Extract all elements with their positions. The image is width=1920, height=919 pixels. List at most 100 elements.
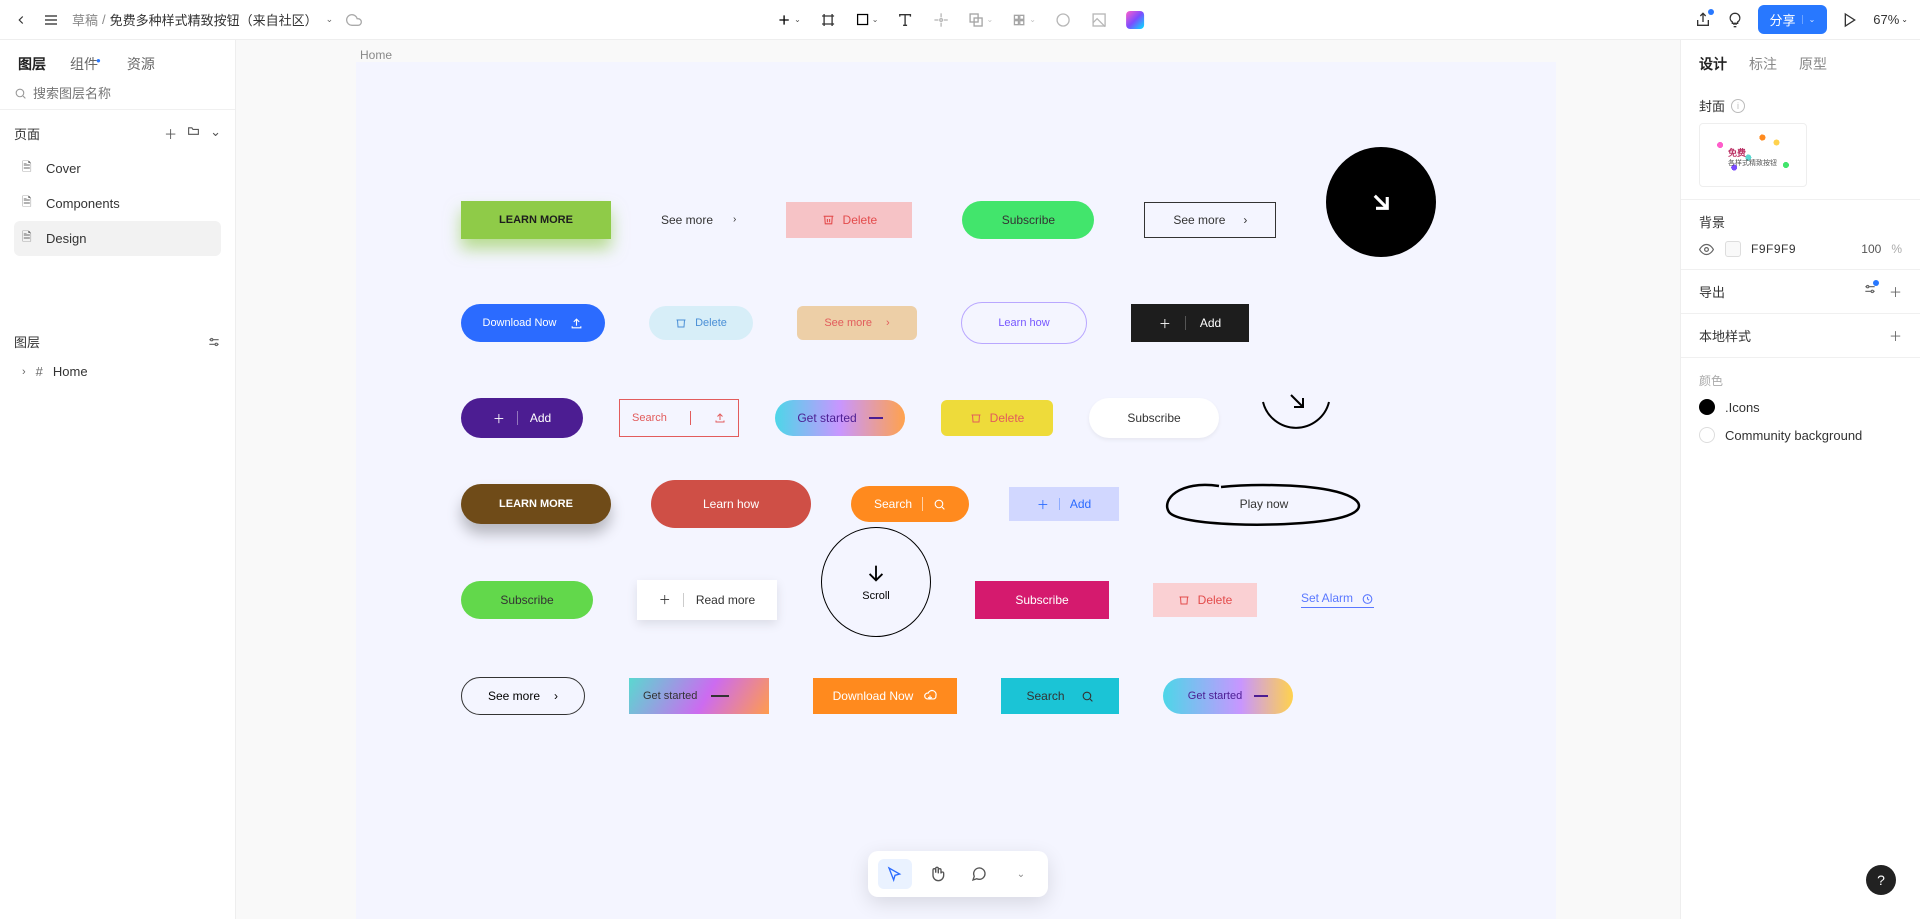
- layer-search[interactable]: [0, 84, 235, 110]
- label: See more: [661, 213, 713, 227]
- share-button[interactable]: 分享⌄: [1758, 5, 1828, 34]
- hand-tool[interactable]: [920, 859, 954, 889]
- style-community-bg[interactable]: Community background: [1681, 421, 1920, 449]
- mask-tool-icon[interactable]: [1054, 11, 1072, 29]
- canvas-btn-seemore-box[interactable]: See more›: [1144, 202, 1276, 238]
- zoom-value: 67%: [1873, 12, 1899, 27]
- more-tools[interactable]: ⌄: [1004, 859, 1038, 889]
- bg-opacity[interactable]: 100: [1861, 242, 1881, 256]
- export-settings-icon[interactable]: [1863, 282, 1877, 301]
- page-item-design[interactable]: 🗎Design: [14, 221, 221, 256]
- folder-icon[interactable]: [187, 124, 200, 143]
- canvas-btn-download-blue[interactable]: Download Now: [461, 304, 605, 342]
- page-item-cover[interactable]: 🗎Cover: [14, 151, 221, 186]
- bg-hex[interactable]: F9F9F9: [1751, 242, 1796, 256]
- layer-item-home[interactable]: › # Home: [0, 357, 235, 386]
- info-icon[interactable]: i: [1731, 99, 1745, 113]
- canvas-btn-add-purple[interactable]: ＋Add: [461, 398, 583, 438]
- canvas-btn-delete-yellow[interactable]: Delete: [941, 400, 1053, 436]
- canvas-frame-label[interactable]: Home: [360, 48, 392, 62]
- arrow-down-right-icon: [1366, 187, 1396, 217]
- canvas-btn-subscribe-green[interactable]: Subscribe: [962, 201, 1094, 239]
- align-tool-icon[interactable]: [933, 11, 951, 29]
- comment-tool[interactable]: [962, 859, 996, 889]
- component-tool[interactable]: ⌄: [1011, 12, 1036, 28]
- tab-design[interactable]: 设计: [1699, 54, 1727, 74]
- canvas-btn-scroll-circle[interactable]: Scroll: [821, 527, 931, 637]
- canvas-btn-learn-brown[interactable]: LEARN MORE: [461, 484, 611, 524]
- canvas-btn-learn-red[interactable]: Learn how: [651, 480, 811, 528]
- cover-thumbnail[interactable]: 免费 各样式精致按钮: [1699, 123, 1807, 187]
- add-style-icon[interactable]: ＋: [1889, 326, 1902, 345]
- cloud-download-icon: [923, 689, 937, 703]
- canvas-btn-subscribe-pink[interactable]: Subscribe: [975, 581, 1109, 619]
- artboard-home[interactable]: LEARN MORE See more› Delete Subscribe Se…: [356, 62, 1556, 919]
- tab-annotate[interactable]: 标注: [1749, 54, 1777, 74]
- image-tool-icon[interactable]: [1090, 11, 1108, 29]
- pointer-tool[interactable]: [878, 859, 912, 889]
- canvas-btn-learn-outline[interactable]: Learn how: [961, 302, 1087, 344]
- canvas-btn-delete-soft[interactable]: Delete: [649, 306, 753, 340]
- canvas-btn-subscribe-lime[interactable]: Subscribe: [461, 581, 593, 619]
- tab-components[interactable]: 组件●: [70, 54, 103, 74]
- add-tool[interactable]: ⌄: [776, 12, 801, 28]
- trash-icon: [1178, 594, 1190, 606]
- add-export-icon[interactable]: ＋: [1889, 282, 1902, 301]
- search-input[interactable]: [33, 86, 221, 101]
- page-label: Cover: [46, 161, 81, 176]
- canvas-btn-search-outline[interactable]: Search: [619, 399, 739, 437]
- canvas-btn-search-orange[interactable]: Search: [851, 486, 969, 522]
- play-icon[interactable]: [1841, 11, 1859, 29]
- canvas-btn-subscribe-white[interactable]: Subscribe: [1089, 398, 1219, 438]
- canvas-btn-download-orange[interactable]: Download Now: [813, 678, 957, 714]
- canvas-btn-delete-rose[interactable]: Delete: [1153, 583, 1257, 617]
- export-share-icon[interactable]: [1694, 11, 1712, 29]
- help-button[interactable]: ?: [1866, 865, 1896, 895]
- label: Subscribe: [1015, 593, 1068, 607]
- text-tool-icon[interactable]: [897, 11, 915, 29]
- layers-options-icon[interactable]: [207, 335, 221, 349]
- cloud-sync-icon[interactable]: [345, 11, 363, 29]
- style-icons[interactable]: .Icons: [1681, 393, 1920, 421]
- lightbulb-icon[interactable]: [1726, 11, 1744, 29]
- label: LEARN MORE: [499, 214, 573, 226]
- page-item-components[interactable]: 🗎Components: [14, 186, 221, 221]
- shape-tool[interactable]: ⌄: [855, 12, 879, 27]
- visibility-icon[interactable]: [1699, 242, 1715, 257]
- canvas-btn-add-dark[interactable]: ＋Add: [1131, 304, 1249, 342]
- collapse-pages-icon[interactable]: ⌄: [210, 124, 221, 143]
- zoom-control[interactable]: 67%⌄: [1873, 12, 1908, 27]
- canvas-btn-play-scribble[interactable]: Play now: [1159, 480, 1369, 528]
- add-page-icon[interactable]: ＋: [164, 124, 177, 143]
- label: Delete: [990, 411, 1025, 425]
- breadcrumb[interactable]: 草稿 / 免费多种样式精致按钮（来自社区） ⌄: [72, 10, 333, 29]
- canvas-btn-add-lavender[interactable]: ＋Add: [1009, 487, 1119, 521]
- tab-prototype[interactable]: 原型: [1799, 54, 1827, 74]
- left-panel: 图层 组件● 资源 页面 ＋ ⌄ 🗎Cover 🗎Components 🗎Des…: [0, 40, 236, 919]
- canvas-btn-readmore-white[interactable]: ＋Read more: [637, 580, 777, 620]
- boolean-tool[interactable]: ⌄: [969, 12, 994, 28]
- canvas-btn-seemore-link[interactable]: See more›: [661, 213, 736, 227]
- tab-assets[interactable]: 资源: [127, 54, 155, 74]
- ai-logo-icon[interactable]: [1126, 11, 1144, 29]
- canvas-btn-getstarted-grad[interactable]: Get started: [775, 400, 905, 436]
- chevron-down-icon[interactable]: ⌄: [326, 14, 334, 25]
- canvas-btn-seemore-pill[interactable]: See more›: [461, 677, 585, 715]
- canvas-btn-seemore-tan[interactable]: See more›: [797, 306, 917, 340]
- canvas[interactable]: Home LEARN MORE See more› Delete Subscri…: [236, 40, 1680, 919]
- tab-layers[interactable]: 图层: [18, 54, 46, 74]
- bg-swatch[interactable]: [1725, 241, 1741, 257]
- canvas-btn-delete-pink[interactable]: Delete: [786, 202, 912, 238]
- canvas-btn-getstarted-grad3[interactable]: Get started: [1163, 678, 1293, 714]
- canvas-btn-arc[interactable]: [1255, 390, 1337, 440]
- menu-icon[interactable]: [42, 11, 60, 29]
- canvas-btn-search-teal[interactable]: Search: [1001, 678, 1119, 714]
- canvas-btn-getstarted-grad2[interactable]: Get started: [629, 678, 769, 714]
- label: Get started: [1188, 690, 1242, 702]
- back-icon[interactable]: [12, 11, 30, 29]
- canvas-btn-arrow-circle[interactable]: [1326, 147, 1436, 257]
- canvas-btn-set-alarm[interactable]: Set Alarm: [1301, 591, 1374, 608]
- label: See more: [824, 317, 872, 329]
- canvas-btn-learn-green[interactable]: LEARN MORE: [461, 201, 611, 239]
- frame-tool-icon[interactable]: [819, 11, 837, 29]
